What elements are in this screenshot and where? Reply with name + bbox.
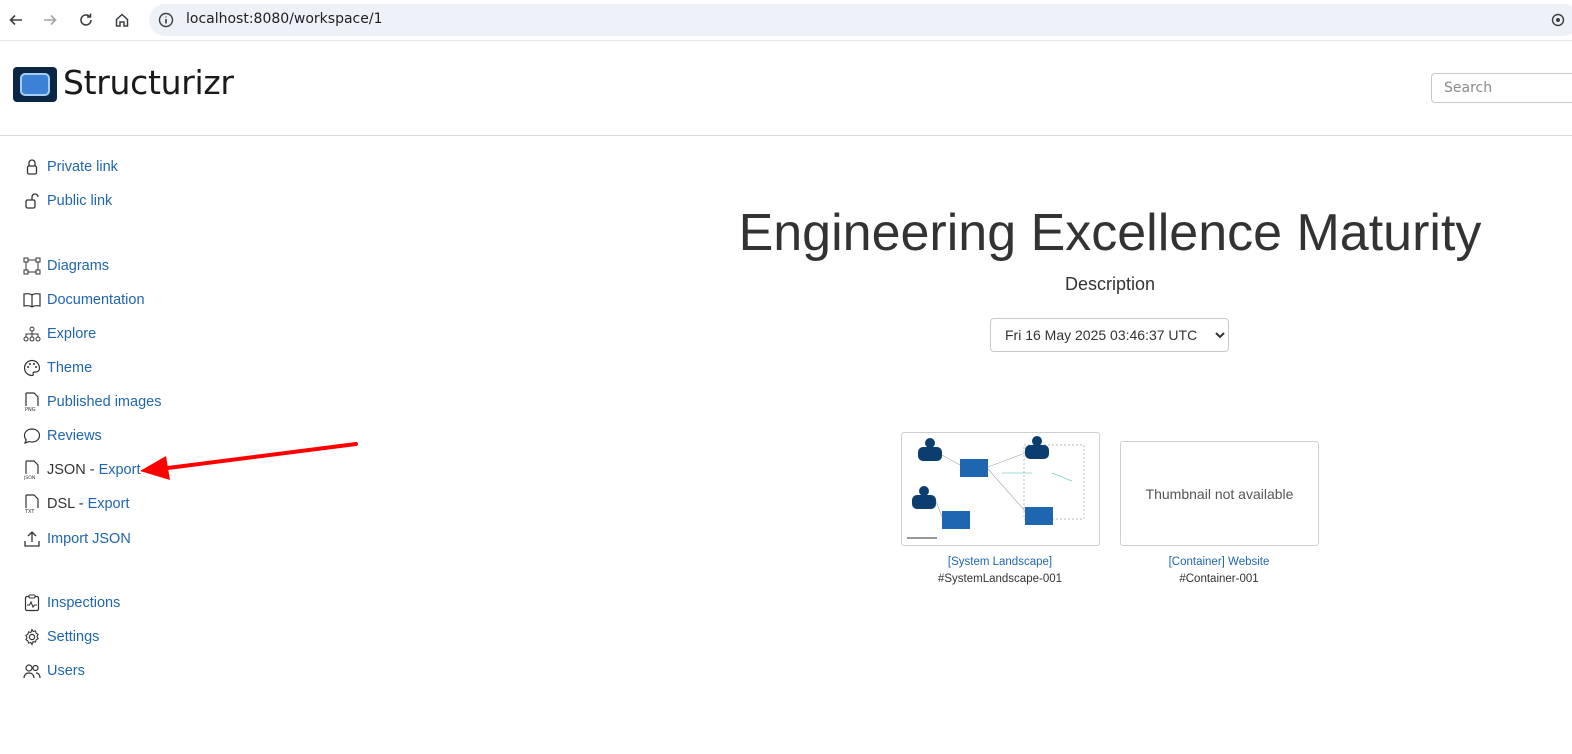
sidebar-item-private-link[interactable]: Private link (22, 155, 118, 179)
view-link-system-landscape[interactable]: [System Landscape] (890, 556, 1110, 568)
dsl-label: DSL - (47, 496, 84, 512)
svg-text:JSON: JSON (24, 475, 35, 480)
theme-link[interactable]: Theme (47, 360, 92, 376)
home-button[interactable] (110, 8, 134, 32)
reload-button[interactable] (74, 8, 98, 32)
thumbnail-unavailable-text: Thumbnail not available (1145, 485, 1294, 502)
public-link[interactable]: Public link (47, 193, 112, 209)
site-info-icon[interactable] (158, 12, 174, 32)
sidebar-item-settings[interactable]: Settings (22, 625, 99, 649)
annotation-arrow-icon (140, 442, 358, 480)
sidebar-item-documentation[interactable]: Documentation (22, 288, 145, 312)
structurizr-logo-icon[interactable] (13, 67, 57, 102)
view-link-container[interactable]: [Container] Website (1109, 556, 1329, 568)
sidebar-item-theme[interactable]: Theme (22, 356, 92, 380)
extension-icon[interactable] (1551, 12, 1565, 31)
book-icon (22, 290, 42, 310)
sidebar-item-inspections[interactable]: Inspections (22, 591, 120, 615)
brand-name[interactable]: Structurizr (63, 63, 234, 102)
view-key-container: #Container-001 (1179, 573, 1259, 585)
workspace-description: Description (1064, 274, 1156, 294)
diagrams-link[interactable]: Diagrams (47, 258, 109, 274)
json-label: JSON - (47, 462, 95, 478)
sidebar-item-diagrams[interactable]: Diagrams (22, 254, 109, 278)
users-icon (22, 661, 42, 681)
forward-button[interactable] (38, 8, 62, 32)
sidebar-item-explore[interactable]: Explore (22, 322, 96, 346)
diagram-thumbnail-image (907, 436, 1085, 539)
chat-bubble-icon (22, 426, 42, 446)
clipboard-pulse-icon (22, 593, 42, 613)
sidebar-item-public-link[interactable]: Public link (22, 189, 112, 213)
png-file-icon: PNG (22, 392, 42, 412)
sidebar-item-dsl-export: TXT DSL - Export (22, 492, 129, 516)
sidebar-item-import-json[interactable]: Import JSON (22, 527, 131, 551)
workspace-title: Engineering Excellence Maturity (738, 204, 1482, 262)
documentation-link[interactable]: Documentation (47, 292, 145, 308)
version-select[interactable]: Fri 16 May 2025 03:46:37 UTC (990, 318, 1229, 352)
palette-icon (22, 358, 42, 378)
json-file-icon: JSON (22, 460, 42, 480)
gear-icon (22, 627, 42, 647)
sidebar-item-reviews[interactable]: Reviews (22, 424, 102, 448)
private-link[interactable]: Private link (47, 159, 118, 175)
unlock-icon (22, 191, 42, 211)
import-json-link[interactable]: Import JSON (47, 531, 131, 547)
arrow-right-icon (44, 14, 57, 26)
inspections-link[interactable]: Inspections (47, 595, 120, 611)
arrow-left-icon (9, 14, 22, 26)
browser-toolbar: localhost:8080/workspace/1 (0, 0, 1572, 41)
users-link[interactable]: Users (47, 663, 85, 679)
hierarchy-icon (22, 324, 42, 344)
svg-text:PNG: PNG (25, 407, 36, 412)
published-images-link[interactable]: Published images (47, 394, 161, 410)
view-key-system-landscape: #SystemLandscape-001 (937, 573, 1063, 585)
lock-icon (22, 157, 42, 177)
reload-icon (80, 13, 92, 26)
sidebar-item-users[interactable]: Users (22, 659, 85, 683)
diagram-icon (22, 256, 42, 276)
sidebar-item-published-images[interactable]: PNG Published images (22, 390, 161, 414)
sidebar-item-json-export: JSON JSON - Export (22, 458, 140, 482)
app-header: Structurizr (0, 41, 1572, 136)
search-input[interactable] (1431, 73, 1572, 103)
dsl-export-link[interactable]: Export (88, 496, 130, 512)
explore-link[interactable]: Explore (47, 326, 96, 342)
home-icon (115, 13, 129, 27)
svg-text:TXT: TXT (24, 509, 35, 514)
reviews-link[interactable]: Reviews (47, 428, 102, 444)
back-button[interactable] (4, 8, 28, 32)
upload-icon (22, 529, 42, 549)
url-text: localhost:8080/workspace/1 (186, 11, 383, 27)
address-bar[interactable]: localhost:8080/workspace/1 (149, 4, 1572, 36)
view-thumbnail-container[interactable]: Thumbnail not available (1120, 441, 1319, 546)
view-thumbnail-system-landscape[interactable] (901, 432, 1100, 546)
settings-link[interactable]: Settings (47, 629, 99, 645)
txt-file-icon: TXT (22, 494, 42, 514)
